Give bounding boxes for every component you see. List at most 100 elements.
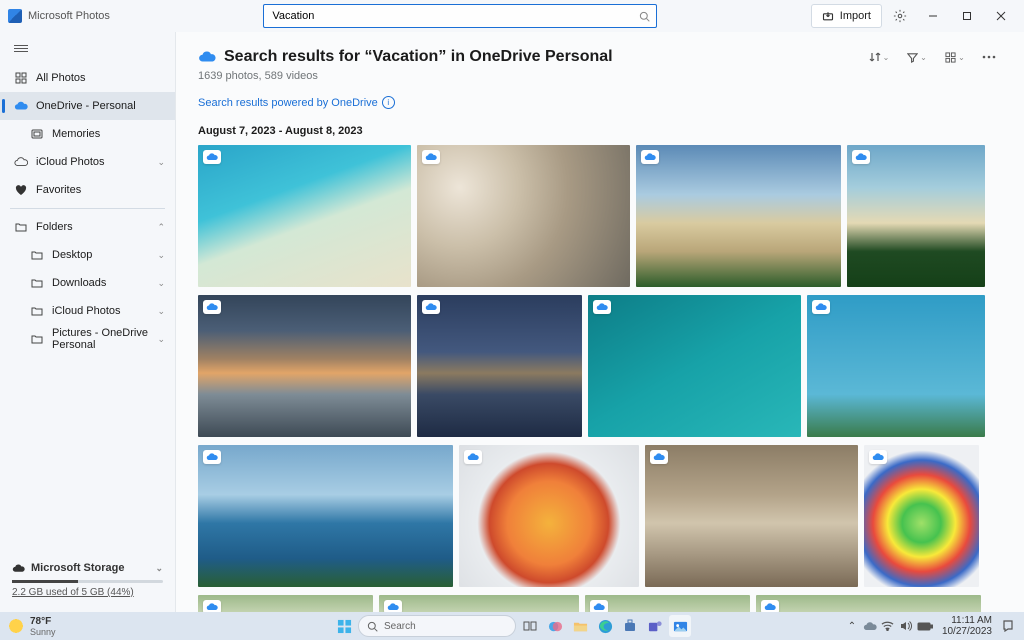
photo-thumbnail[interactable] bbox=[379, 595, 579, 612]
powered-by-link[interactable]: Search results powered by OneDrive i bbox=[198, 96, 1002, 109]
storage-panel[interactable]: Microsoft Storage ⌄ 2.2 GB used of 5 GB … bbox=[0, 552, 175, 612]
taskbar-volume-icon[interactable] bbox=[898, 615, 914, 637]
photo-grid bbox=[198, 145, 1002, 287]
taskbar-date: 10/27/2023 bbox=[942, 626, 992, 637]
photo-grid bbox=[198, 295, 1002, 437]
start-button[interactable] bbox=[333, 615, 355, 637]
photo-thumbnail[interactable] bbox=[636, 145, 841, 287]
photo-thumbnail[interactable] bbox=[198, 445, 453, 587]
nav-folder-desktop[interactable]: Desktop ⌄ bbox=[0, 241, 175, 269]
photo-thumbnail[interactable] bbox=[198, 595, 373, 612]
photo-thumbnail[interactable] bbox=[807, 295, 985, 437]
cloud-badge-icon bbox=[422, 300, 440, 314]
photo-thumbnail[interactable] bbox=[417, 295, 582, 437]
nav-label: Memories bbox=[52, 128, 100, 140]
photo-thumbnail[interactable] bbox=[864, 445, 979, 587]
nav-folder-pictures-onedrive[interactable]: Pictures - OneDrive Personal ⌄ bbox=[0, 325, 175, 353]
photo-thumbnail[interactable] bbox=[847, 145, 985, 287]
storage-bar bbox=[12, 580, 163, 583]
chevron-down-icon: ⌄ bbox=[157, 157, 165, 168]
nav-folders-header[interactable]: Folders ⌃ bbox=[0, 213, 175, 241]
photo-thumbnail[interactable] bbox=[585, 595, 750, 612]
folder-icon bbox=[30, 248, 44, 262]
nav-folder-downloads[interactable]: Downloads ⌄ bbox=[0, 269, 175, 297]
more-button[interactable] bbox=[976, 46, 1002, 68]
nav-label: Favorites bbox=[36, 184, 81, 196]
taskbar-notifications-icon[interactable] bbox=[1000, 615, 1016, 637]
nav-label: All Photos bbox=[36, 72, 86, 84]
taskbar-tray-chevron[interactable]: ⌃ bbox=[844, 615, 860, 637]
photo-thumbnail[interactable] bbox=[198, 145, 411, 287]
nav-all-photos[interactable]: All Photos bbox=[0, 64, 175, 92]
icloud-icon bbox=[14, 155, 28, 169]
import-button[interactable]: Import bbox=[811, 4, 882, 28]
taskbar-photos-icon[interactable] bbox=[669, 615, 691, 637]
chevron-down-icon: ⌄ bbox=[157, 250, 165, 261]
taskbar-battery-icon[interactable] bbox=[916, 615, 934, 637]
taskbar: 78°F Sunny Search ⌃ 11:11 AM 10/27/2023 bbox=[0, 612, 1024, 640]
taskbar-wifi-icon[interactable] bbox=[880, 615, 896, 637]
maximize-button[interactable] bbox=[952, 2, 982, 30]
taskview-button[interactable] bbox=[519, 615, 541, 637]
storage-used-label[interactable]: 2.2 GB used of 5 GB (44%) bbox=[12, 587, 163, 598]
taskbar-clock[interactable]: 11:11 AM 10/27/2023 bbox=[942, 615, 992, 637]
cloud-badge-icon bbox=[812, 300, 830, 314]
taskbar-search[interactable]: Search bbox=[358, 615, 516, 637]
nav-favorites[interactable]: Favorites bbox=[0, 176, 175, 204]
close-button[interactable] bbox=[986, 2, 1016, 30]
chevron-down-icon: ⌄ bbox=[157, 278, 165, 289]
main-content: Search results for “Vacation” in OneDriv… bbox=[176, 32, 1024, 612]
nav-hamburger[interactable] bbox=[6, 35, 36, 61]
results-header: Search results for “Vacation” in OneDriv… bbox=[198, 46, 1002, 68]
memories-icon bbox=[30, 127, 44, 141]
chevron-up-icon: ⌃ bbox=[157, 222, 165, 233]
nav-icloud-photos[interactable]: iCloud Photos ⌄ bbox=[0, 148, 175, 176]
sun-icon bbox=[8, 618, 24, 634]
cloud-badge-icon bbox=[641, 150, 659, 164]
taskbar-time: 11:11 AM bbox=[942, 615, 992, 626]
taskbar-copilot-icon[interactable] bbox=[544, 615, 566, 637]
search-input[interactable] bbox=[270, 9, 639, 23]
nav-memories[interactable]: Memories bbox=[0, 120, 175, 148]
filter-button[interactable]: ⌄ bbox=[900, 46, 934, 68]
taskbar-weather[interactable]: 78°F Sunny bbox=[8, 616, 56, 637]
results-count: 1639 photos, 589 videos bbox=[198, 70, 1002, 82]
cloud-badge-icon bbox=[384, 600, 402, 612]
cloud-icon bbox=[14, 99, 28, 113]
taskbar-onedrive-icon[interactable] bbox=[862, 615, 878, 637]
sidebar: All Photos OneDrive - Personal Memories … bbox=[0, 32, 176, 612]
weather-cond: Sunny bbox=[30, 627, 56, 637]
cloud-badge-icon bbox=[203, 600, 221, 612]
photo-thumbnail[interactable] bbox=[198, 295, 411, 437]
app-title: Microsoft Photos bbox=[8, 9, 110, 23]
photo-thumbnail[interactable] bbox=[756, 595, 981, 612]
sort-button[interactable]: ⌄ bbox=[862, 46, 896, 68]
search-icon[interactable] bbox=[639, 11, 650, 22]
search-box[interactable] bbox=[263, 4, 657, 28]
import-label: Import bbox=[840, 10, 871, 22]
taskbar-teams-icon[interactable] bbox=[644, 615, 666, 637]
nav-separator bbox=[10, 208, 165, 209]
titlebar-actions: Import bbox=[811, 2, 1016, 30]
minimize-button[interactable] bbox=[918, 2, 948, 30]
photo-thumbnail[interactable] bbox=[588, 295, 801, 437]
taskbar-store-icon[interactable] bbox=[619, 615, 641, 637]
photo-thumbnail[interactable] bbox=[417, 145, 630, 287]
taskbar-explorer-icon[interactable] bbox=[569, 615, 591, 637]
photo-thumbnail[interactable] bbox=[645, 445, 858, 587]
folder-icon bbox=[30, 332, 44, 346]
folder-icon bbox=[14, 220, 28, 234]
photo-thumbnail[interactable] bbox=[459, 445, 639, 587]
cloud-badge-icon bbox=[464, 450, 482, 464]
cloud-badge-icon bbox=[422, 150, 440, 164]
chevron-down-icon: ⌄ bbox=[155, 563, 163, 574]
photo-grid bbox=[198, 445, 1002, 587]
nav-onedrive[interactable]: OneDrive - Personal bbox=[0, 92, 175, 120]
nav-label: Folders bbox=[36, 221, 73, 233]
settings-button[interactable] bbox=[886, 5, 914, 27]
layout-button[interactable]: ⌄ bbox=[938, 46, 972, 68]
nav-folder-icloud[interactable]: iCloud Photos ⌄ bbox=[0, 297, 175, 325]
taskbar-edge-icon[interactable] bbox=[594, 615, 616, 637]
titlebar: Microsoft Photos Import bbox=[0, 0, 1024, 32]
onedrive-icon bbox=[198, 51, 216, 63]
